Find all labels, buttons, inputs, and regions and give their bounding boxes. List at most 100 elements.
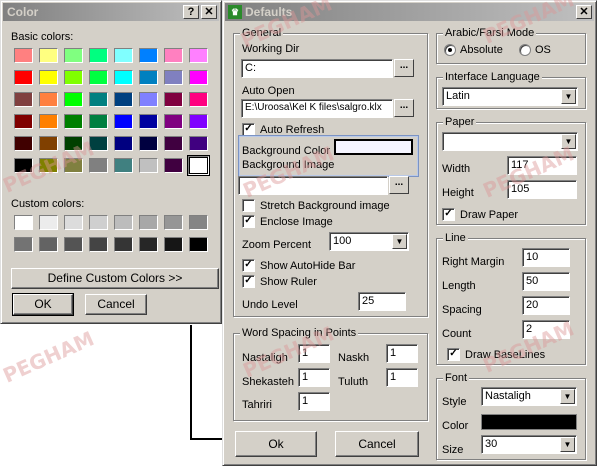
tahriri-input[interactable]: 1 <box>298 392 330 411</box>
color-swatch[interactable] <box>139 70 158 85</box>
color-swatch[interactable] <box>139 158 158 173</box>
color-swatch[interactable] <box>14 70 33 85</box>
color-swatch[interactable] <box>189 136 208 151</box>
custom-color-swatch[interactable] <box>114 237 133 252</box>
language-select[interactable]: Latin ▼ <box>442 87 578 106</box>
color-swatch[interactable] <box>14 48 33 63</box>
chevron-down-icon[interactable]: ▼ <box>561 89 576 104</box>
draw-paper-checkbox[interactable]: ✓ <box>442 208 455 221</box>
naskh-input[interactable]: 1 <box>386 344 418 363</box>
ruler-checkbox[interactable]: ✓ <box>242 275 255 288</box>
length-input[interactable]: 50 <box>522 272 570 291</box>
paper-select[interactable]: ▼ <box>442 132 578 151</box>
ok-button[interactable]: Ok <box>235 431 317 457</box>
color-swatch[interactable] <box>164 48 183 63</box>
color-swatch[interactable] <box>139 114 158 129</box>
spacing-input[interactable]: 20 <box>522 296 570 315</box>
color-swatch[interactable] <box>14 158 33 173</box>
custom-color-swatch[interactable] <box>139 237 158 252</box>
cancel-button[interactable]: Cancel <box>335 431 419 457</box>
color-swatch[interactable] <box>89 114 108 129</box>
bg-color-swatch[interactable] <box>334 139 413 155</box>
chevron-down-icon[interactable]: ▼ <box>560 389 575 404</box>
help-button[interactable]: ? <box>183 5 199 19</box>
color-swatch[interactable] <box>114 136 133 151</box>
color-swatch[interactable] <box>189 114 208 129</box>
custom-color-swatch[interactable] <box>14 237 33 252</box>
chevron-down-icon[interactable]: ▼ <box>561 134 576 149</box>
size-select[interactable]: 30 ▼ <box>481 435 577 454</box>
custom-color-swatch[interactable] <box>189 215 208 230</box>
color-swatch[interactable] <box>114 114 133 129</box>
count-input[interactable]: 2 <box>522 320 570 339</box>
shekasteh-input[interactable]: 1 <box>298 368 330 387</box>
color-swatch[interactable] <box>189 48 208 63</box>
font-color-swatch[interactable] <box>481 414 577 430</box>
right-margin-input[interactable]: 10 <box>522 248 570 267</box>
color-swatch[interactable] <box>89 70 108 85</box>
custom-color-swatch[interactable] <box>89 237 108 252</box>
close-button[interactable]: ✕ <box>576 5 592 19</box>
cancel-button[interactable]: Cancel <box>85 294 147 315</box>
zoom-select[interactable]: 100 ▼ <box>329 232 409 251</box>
custom-color-swatch[interactable] <box>64 237 83 252</box>
style-select[interactable]: Nastaligh ▼ <box>481 387 577 406</box>
absolute-radio[interactable] <box>444 44 456 56</box>
color-swatch[interactable] <box>189 92 208 107</box>
color-swatch[interactable] <box>164 70 183 85</box>
enclose-checkbox[interactable]: ✓ <box>242 215 255 228</box>
close-button[interactable]: ✕ <box>201 5 217 19</box>
custom-color-swatch[interactable] <box>164 237 183 252</box>
color-swatch[interactable] <box>39 136 58 151</box>
color-swatch[interactable] <box>39 92 58 107</box>
working-dir-browse-button[interactable]: ... <box>394 59 414 77</box>
custom-color-swatch[interactable] <box>64 215 83 230</box>
autohide-checkbox[interactable]: ✓ <box>242 259 255 272</box>
color-swatch[interactable] <box>39 70 58 85</box>
color-swatch[interactable] <box>114 48 133 63</box>
custom-color-swatch[interactable] <box>164 215 183 230</box>
tuluth-input[interactable]: 1 <box>386 368 418 387</box>
nastaligh-input[interactable]: 1 <box>298 344 330 363</box>
draw-baselines-checkbox[interactable]: ✓ <box>447 348 460 361</box>
os-radio[interactable] <box>519 44 531 56</box>
color-swatch[interactable] <box>39 114 58 129</box>
color-swatch[interactable] <box>39 158 58 173</box>
chevron-down-icon[interactable]: ▼ <box>560 437 575 452</box>
color-swatch[interactable] <box>114 158 133 173</box>
color-swatch[interactable] <box>89 48 108 63</box>
custom-color-swatch[interactable] <box>39 237 58 252</box>
custom-color-swatch[interactable] <box>114 215 133 230</box>
color-swatch[interactable] <box>114 92 133 107</box>
custom-color-swatch[interactable] <box>89 215 108 230</box>
ok-button[interactable]: OK <box>12 293 74 316</box>
color-swatch[interactable] <box>64 114 83 129</box>
color-swatch[interactable] <box>114 70 133 85</box>
color-swatch[interactable] <box>164 92 183 107</box>
stretch-checkbox[interactable] <box>242 199 255 212</box>
color-swatch[interactable] <box>164 158 183 173</box>
color-swatch[interactable] <box>64 158 83 173</box>
color-swatch[interactable] <box>64 48 83 63</box>
custom-color-swatch[interactable] <box>139 215 158 230</box>
height-input[interactable]: 105 <box>507 180 577 199</box>
color-swatch[interactable] <box>139 48 158 63</box>
color-swatch[interactable] <box>164 114 183 129</box>
color-swatch[interactable] <box>89 158 108 173</box>
define-custom-colors-button[interactable]: Define Custom Colors >> <box>11 268 219 289</box>
color-swatch[interactable] <box>89 136 108 151</box>
undo-input[interactable]: 25 <box>358 292 406 311</box>
width-input[interactable]: 117 <box>507 156 577 175</box>
custom-color-swatch[interactable] <box>39 215 58 230</box>
auto-open-browse-button[interactable]: ... <box>394 99 414 117</box>
auto-open-input[interactable]: E:\Uroosa\Kel K files\salgro.klx <box>241 99 393 118</box>
custom-color-swatch[interactable] <box>14 215 33 230</box>
bg-image-browse-button[interactable]: ... <box>389 176 409 194</box>
color-swatch[interactable] <box>64 92 83 107</box>
color-swatch[interactable] <box>64 136 83 151</box>
chevron-down-icon[interactable]: ▼ <box>392 234 407 249</box>
color-swatch[interactable] <box>139 136 158 151</box>
color-swatch[interactable] <box>89 92 108 107</box>
color-swatch[interactable] <box>164 136 183 151</box>
working-dir-input[interactable]: C: <box>241 59 393 78</box>
